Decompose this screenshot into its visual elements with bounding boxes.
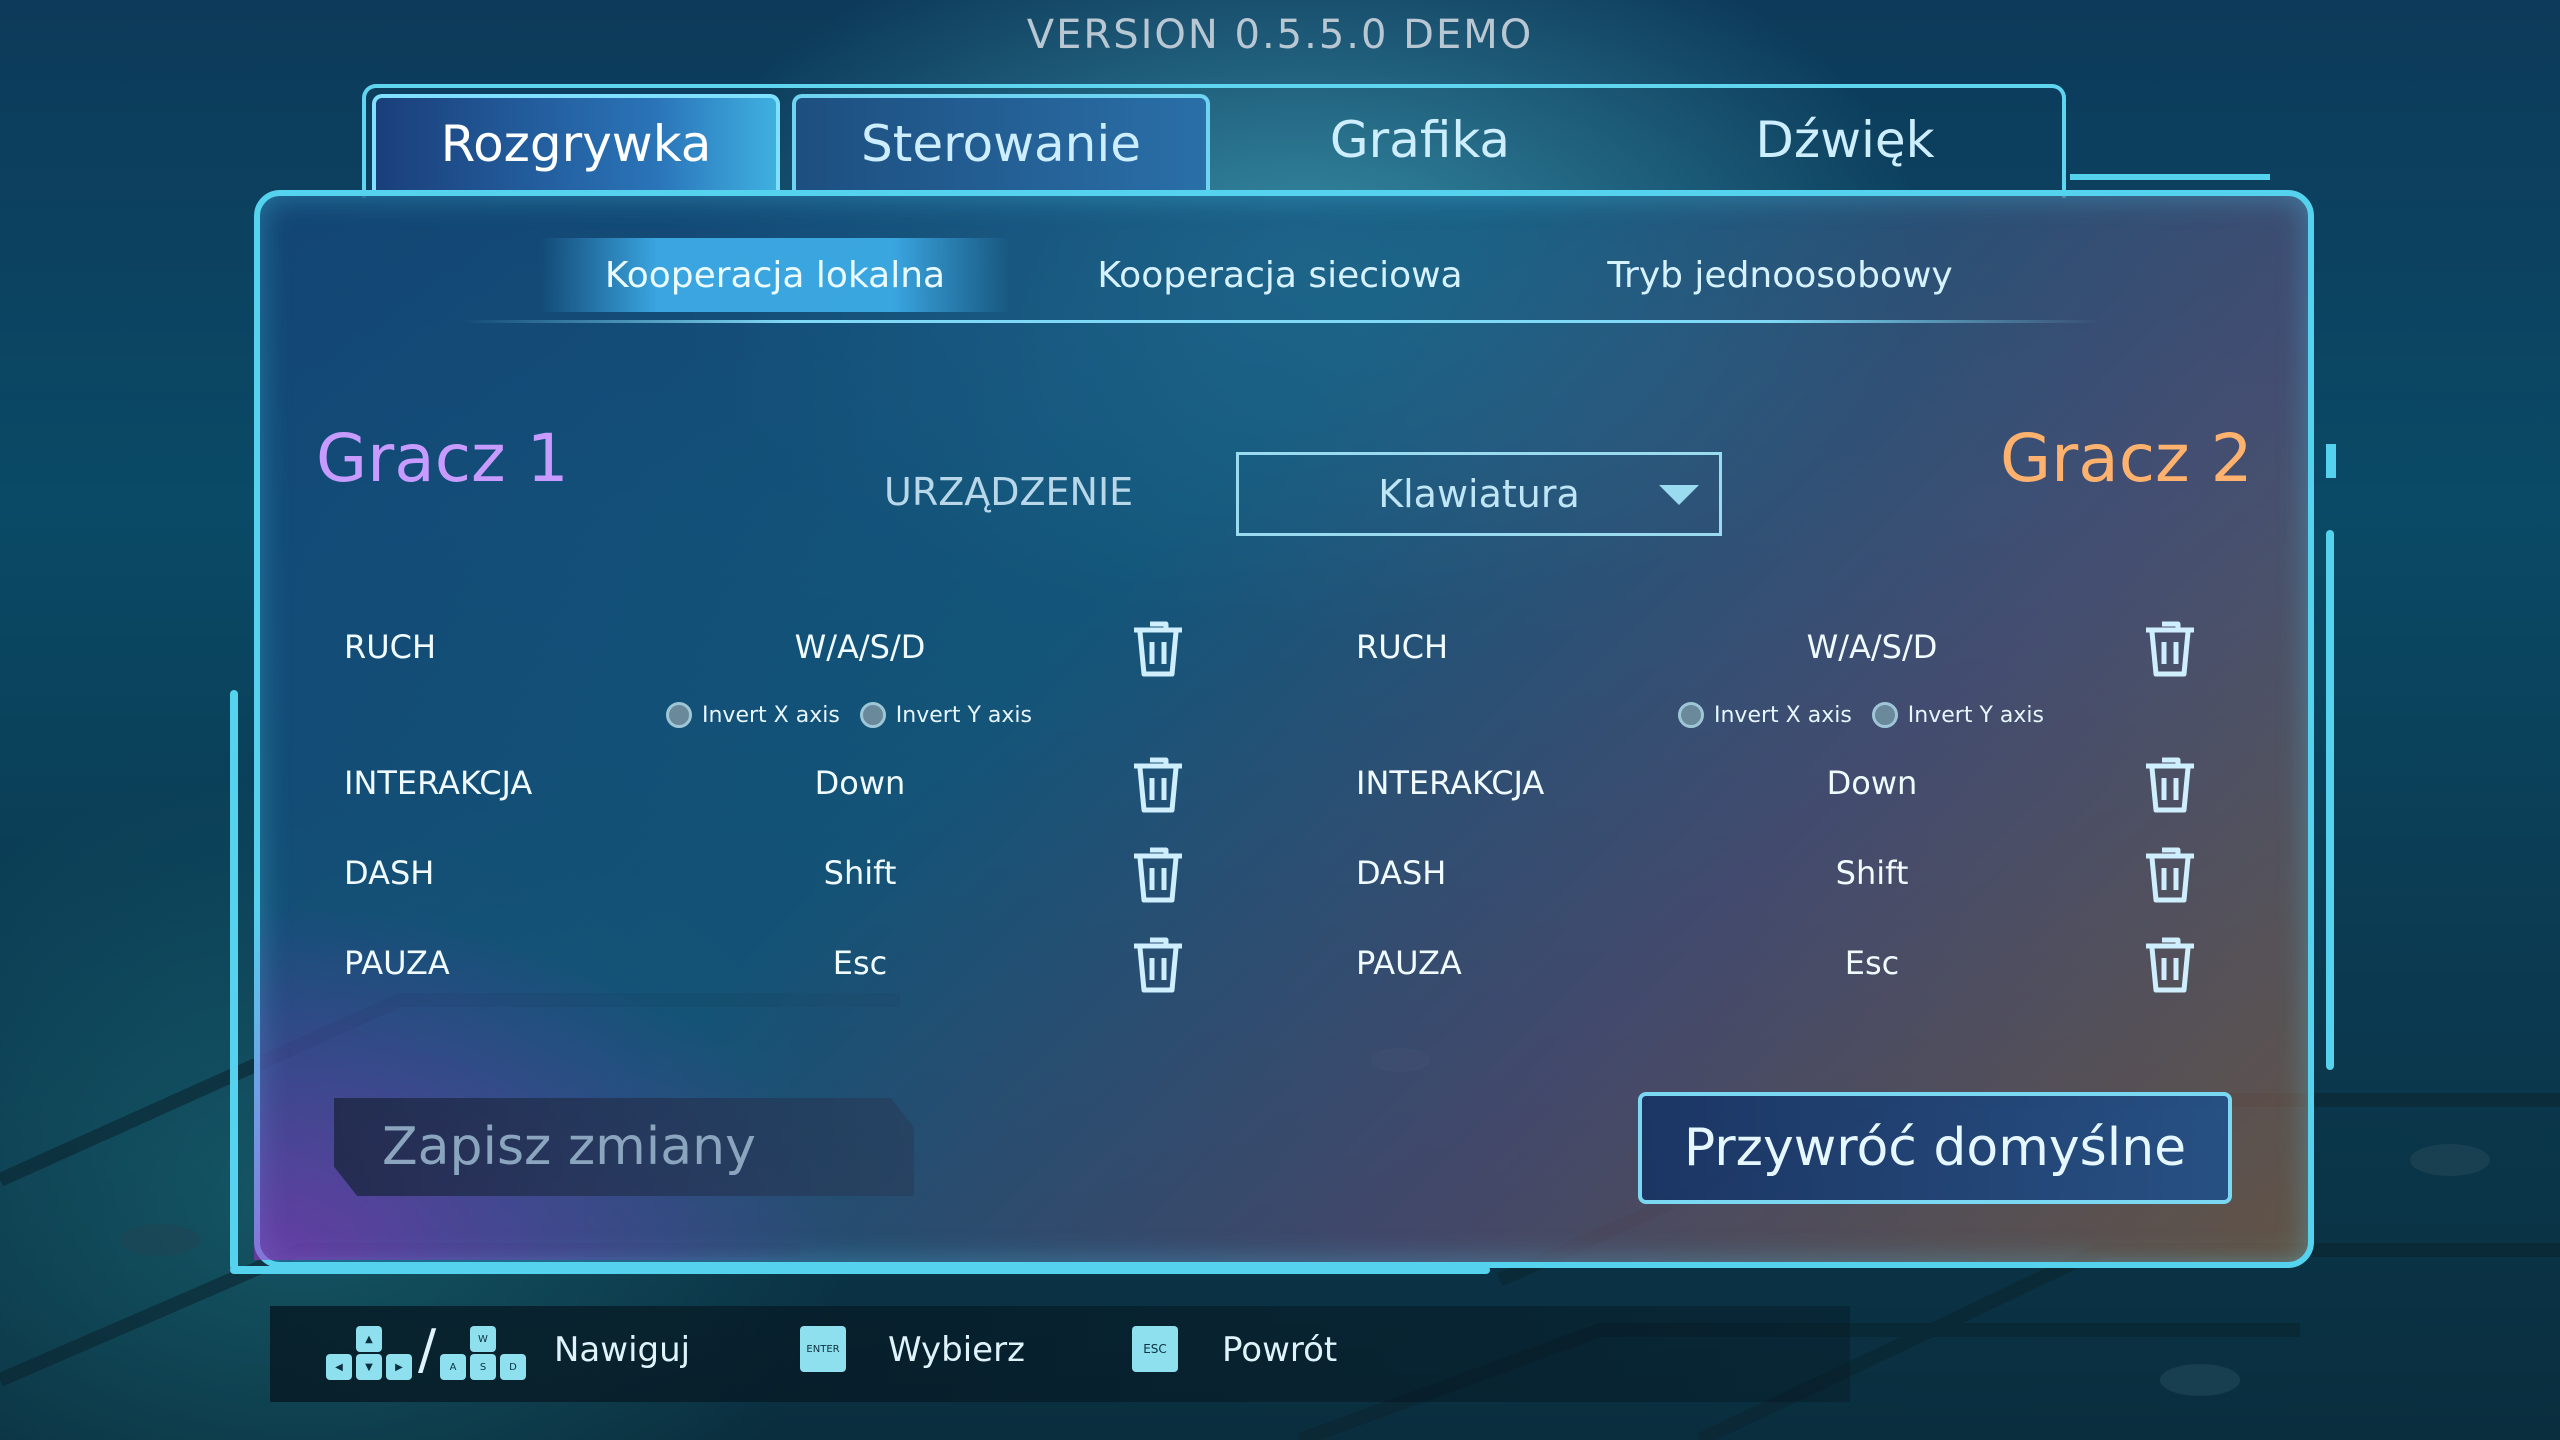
a-key-icon: A — [440, 1354, 466, 1380]
p1-action-dash: DASH — [344, 854, 435, 892]
subtab-single-player[interactable]: Tryb jednoosobowy — [1560, 238, 2000, 312]
arrow-left-key-icon: ◀ — [326, 1354, 352, 1380]
p2-invert-options: Invert X axis Invert Y axis — [1678, 702, 2064, 728]
p1-action-move: RUCH — [344, 628, 437, 666]
tab-gameplay[interactable]: Rozgrywka — [372, 94, 780, 190]
d-key-icon: D — [500, 1354, 526, 1380]
p2-action-interact: INTERAKCJA — [1356, 764, 1545, 802]
p1-invert-options: Invert X axis Invert Y axis — [666, 702, 1052, 728]
p1-invert-x[interactable]: Invert X axis — [666, 702, 840, 728]
radio-icon — [1871, 702, 1898, 728]
arrow-up-key-icon: ▲ — [356, 1326, 382, 1352]
subtab-local-coop[interactable]: Kooperacja lokalna — [540, 238, 1010, 312]
p1-invert-y-label: Invert Y axis — [895, 702, 1032, 728]
p2-key-move[interactable]: W/A/S/D — [1722, 628, 2022, 666]
p1-action-pause: PAUZA — [344, 944, 450, 982]
p2-action-move: RUCH — [1356, 628, 1449, 666]
p2-key-interact[interactable]: Down — [1722, 764, 2022, 802]
p2-key-pause[interactable]: Esc — [1722, 944, 2022, 982]
frame-line-top-right — [2070, 174, 2270, 180]
p1-delete-move-trash-icon[interactable] — [1130, 618, 1186, 678]
p2-delete-pause-trash-icon[interactable] — [2142, 934, 2198, 994]
device-label: URZĄDZENIE — [884, 470, 1134, 514]
p1-key-dash[interactable]: Shift — [710, 854, 1010, 892]
subtab-divider — [460, 320, 2100, 323]
back-hint: Powrót — [1222, 1330, 1338, 1370]
frame-line-right-notch — [2326, 444, 2336, 478]
p1-delete-interact-trash-icon[interactable] — [1130, 754, 1186, 814]
restore-defaults-button[interactable]: Przywróć domyślne — [1638, 1092, 2232, 1204]
p2-invert-x[interactable]: Invert X axis — [1678, 702, 1852, 728]
player2-title: Gracz 2 — [2000, 420, 2253, 497]
p2-key-dash[interactable]: Shift — [1722, 854, 2022, 892]
p2-action-dash: DASH — [1356, 854, 1447, 892]
p1-delete-dash-trash-icon[interactable] — [1130, 844, 1186, 904]
p2-delete-move-trash-icon[interactable] — [2142, 618, 2198, 678]
p1-key-interact[interactable]: Down — [710, 764, 1010, 802]
esc-key-icon: ESC — [1132, 1326, 1178, 1372]
radio-icon — [666, 702, 692, 728]
p1-invert-x-label: Invert X axis — [702, 702, 840, 728]
arrow-right-key-icon: ▶ — [386, 1354, 412, 1380]
p2-invert-x-label: Invert X axis — [1714, 702, 1852, 728]
enter-key-icon: ENTER — [800, 1326, 846, 1372]
radio-icon — [1678, 702, 1704, 728]
p2-invert-y-label: Invert Y axis — [1907, 702, 2044, 728]
radio-icon — [859, 702, 886, 728]
frame-line-right — [2326, 530, 2334, 1070]
arrow-down-key-icon: ▼ — [356, 1354, 382, 1380]
p1-key-pause[interactable]: Esc — [710, 944, 1010, 982]
p2-invert-y[interactable]: Invert Y axis — [1871, 702, 2044, 728]
p1-invert-y[interactable]: Invert Y axis — [859, 702, 1032, 728]
p1-key-move[interactable]: W/A/S/D — [710, 628, 1010, 666]
tab-sound[interactable]: Dźwięk — [1640, 94, 2050, 186]
select-hint: Wybierz — [888, 1330, 1025, 1370]
navigate-hint: Nawiguj — [554, 1330, 691, 1370]
frame-line-left — [230, 690, 238, 1270]
w-key-icon: W — [470, 1326, 496, 1352]
device-dropdown-value: Klawiatura — [1378, 472, 1580, 516]
slash-separator: / — [418, 1318, 437, 1381]
version-label: VERSION 0.5.5.0 DEMO — [1026, 12, 1534, 58]
subtab-online-coop[interactable]: Kooperacja sieciowa — [1060, 238, 1500, 312]
chevron-down-icon — [1659, 485, 1699, 505]
p2-delete-interact-trash-icon[interactable] — [2142, 754, 2198, 814]
save-changes-button[interactable]: Zapisz zmiany — [334, 1098, 914, 1196]
s-key-icon: S — [470, 1354, 496, 1380]
p1-action-interact: INTERAKCJA — [344, 764, 533, 802]
device-dropdown[interactable]: Klawiatura — [1236, 452, 1722, 536]
tab-graphics[interactable]: Grafika — [1210, 94, 1630, 186]
tab-controls[interactable]: Sterowanie — [792, 94, 1210, 190]
p2-delete-dash-trash-icon[interactable] — [2142, 844, 2198, 904]
p2-action-pause: PAUZA — [1356, 944, 1462, 982]
p1-delete-pause-trash-icon[interactable] — [1130, 934, 1186, 994]
player1-title: Gracz 1 — [316, 420, 569, 497]
